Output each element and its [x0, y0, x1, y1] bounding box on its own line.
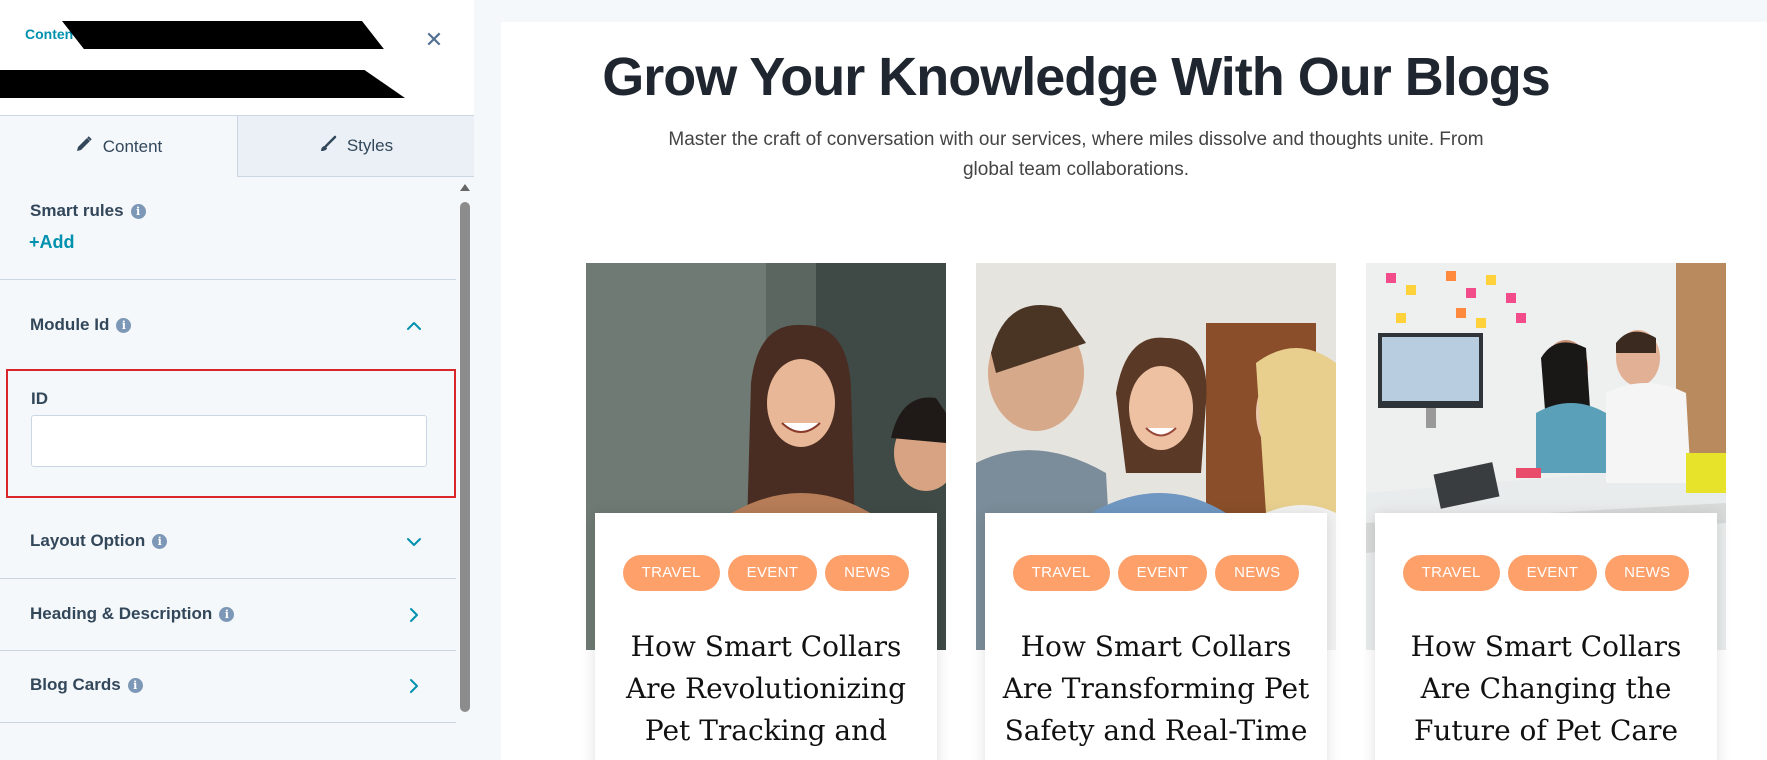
tag-travel[interactable]: TRAVEL [1012, 555, 1110, 591]
tab-styles[interactable]: Styles [237, 116, 474, 177]
tag-event[interactable]: EVENT [1507, 555, 1598, 591]
id-label: ID [31, 389, 48, 408]
tag-news[interactable]: NEWS [1215, 555, 1300, 591]
module-id-field-group: ID [6, 369, 456, 498]
redaction-bar [0, 70, 405, 98]
blog-card-title[interactable]: How Smart Collars Are Revolutionizing Pe… [607, 626, 925, 760]
blog-card-title[interactable]: How Smart Collars Are Transforming Pet S… [997, 626, 1315, 760]
pencil-icon [75, 135, 93, 158]
layout-option-title: Layout Option i [30, 531, 168, 551]
tag-list: TRAVEL EVENT NEWS [595, 555, 937, 591]
section-description[interactable]: Master the craft of conversation with ou… [666, 125, 1486, 185]
blog-card-title[interactable]: How Smart Collars Are Changing the Futur… [1387, 626, 1705, 760]
blog-card[interactable]: TRAVEL EVENT NEWS How Smart Collars Are … [1366, 263, 1726, 760]
blog-card[interactable]: TRAVEL EVENT NEWS How Smart Collars Are … [586, 263, 946, 760]
scroll-up-arrow[interactable] [460, 184, 470, 191]
smart-rules-section: Smart rules i +Add [0, 177, 456, 280]
blog-cards-title: Blog Cards i [30, 675, 143, 695]
tag-list: TRAVEL EVENT NEWS [1375, 555, 1717, 591]
close-icon[interactable]: ✕ [422, 28, 446, 52]
scrollbar[interactable] [456, 177, 474, 760]
tag-list: TRAVEL EVENT NEWS [985, 555, 1327, 591]
blog-card-body: TRAVEL EVENT NEWS How Smart Collars Are … [595, 513, 937, 760]
info-icon[interactable]: i [130, 203, 146, 219]
tag-travel[interactable]: TRAVEL [622, 555, 720, 591]
blog-card-body: TRAVEL EVENT NEWS How Smart Collars Are … [985, 513, 1327, 760]
page-preview: Grow Your Knowledge With Our Blogs Maste… [475, 0, 1767, 760]
panel-header: Conten ✕ [0, 0, 474, 116]
brush-icon [319, 135, 337, 158]
module-id-section[interactable]: Module Id i [0, 281, 456, 369]
breadcrumb[interactable]: Conten [25, 26, 73, 42]
tab-label: Content [102, 136, 163, 156]
tag-news[interactable]: NEWS [825, 555, 910, 591]
tag-event[interactable]: EVENT [1117, 555, 1208, 591]
layout-option-section[interactable]: Layout Option i [0, 507, 456, 579]
blog-card-body: TRAVEL EVENT NEWS How Smart Collars Are … [1375, 513, 1717, 760]
info-icon[interactable]: i [219, 606, 235, 622]
chevron-right-icon[interactable] [403, 604, 425, 626]
info-icon[interactable]: i [152, 533, 168, 549]
tab-content[interactable]: Content [0, 116, 237, 177]
tag-travel[interactable]: TRAVEL [1402, 555, 1500, 591]
tab-label: Styles [346, 136, 394, 155]
blog-card[interactable]: TRAVEL EVENT NEWS How Smart Collars Are … [976, 263, 1336, 760]
module-id-title: Module Id i [30, 315, 132, 335]
section-title[interactable]: Grow Your Knowledge With Our Blogs [501, 46, 1651, 108]
chevron-right-icon[interactable] [403, 675, 425, 697]
info-icon[interactable]: i [116, 317, 132, 333]
panel-tabs: Content Styles [0, 116, 474, 177]
editor-panel: Conten ✕ Content Styles Smart rules i +A… [0, 0, 474, 760]
redaction-bar [62, 21, 384, 49]
id-input[interactable] [31, 415, 427, 467]
info-icon[interactable]: i [127, 677, 143, 693]
tag-event[interactable]: EVENT [727, 555, 818, 591]
tag-news[interactable]: NEWS [1605, 555, 1690, 591]
scroll-thumb[interactable] [460, 202, 470, 712]
heading-description-section[interactable]: Heading & Description i [0, 580, 456, 651]
heading-description-title: Heading & Description i [30, 604, 235, 624]
chevron-up-icon[interactable] [403, 315, 425, 337]
blog-section: Grow Your Knowledge With Our Blogs Maste… [501, 22, 1767, 760]
chevron-down-icon[interactable] [403, 531, 425, 553]
blog-cards-section[interactable]: Blog Cards i [0, 652, 456, 723]
add-smart-rule-button[interactable]: +Add [29, 232, 75, 253]
smart-rules-title: Smart rules i [30, 201, 146, 221]
